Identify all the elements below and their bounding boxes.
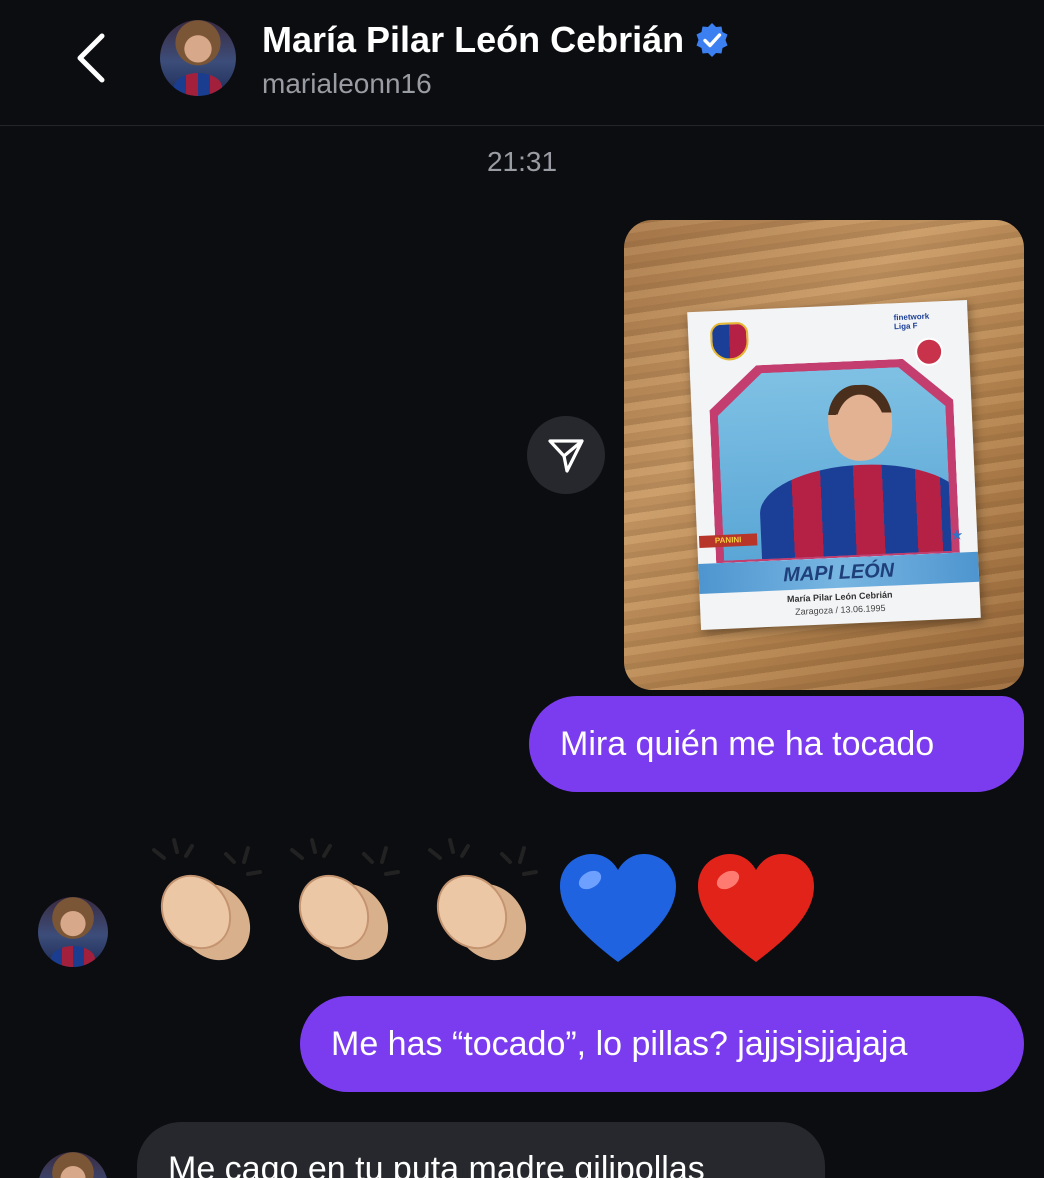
incoming-message[interactable]: Me cago en tu puta madre gilipollas	[137, 1122, 825, 1178]
club-crest-icon	[709, 321, 750, 362]
back-button[interactable]	[66, 30, 116, 86]
clapping-hands-icon	[290, 838, 400, 961]
contact-name: María Pilar León Cebrián	[262, 19, 685, 60]
emoji-message[interactable]	[144, 830, 816, 970]
sender-avatar[interactable]	[38, 897, 108, 967]
blue-heart-icon	[560, 854, 676, 962]
contact-avatar[interactable]	[160, 20, 236, 96]
shared-photo[interactable]: finetwork Liga F Spotify PANINI ★ MAPI L…	[624, 220, 1024, 690]
chevron-left-icon	[77, 33, 105, 83]
chat-screen: María Pilar León Cebrián marialeonn16 21…	[0, 0, 1044, 1178]
star-icon: ★	[950, 526, 964, 543]
outgoing-message[interactable]: Me has “tocado”, lo pillas? jajjsjsjjaja…	[300, 996, 1024, 1092]
panini-tag: PANINI	[698, 533, 758, 548]
outgoing-message[interactable]: Mira quién me ha tocado	[529, 696, 1024, 792]
player-portrait	[827, 383, 894, 462]
red-heart-icon	[698, 854, 814, 962]
contact-username: marialeonn16	[262, 68, 432, 99]
chat-header: María Pilar León Cebrián marialeonn16	[0, 0, 1044, 126]
clapping-hands-icon	[428, 838, 538, 961]
clapping-hands-icon	[152, 838, 262, 961]
panini-sticker: finetwork Liga F Spotify PANINI ★ MAPI L…	[687, 300, 981, 630]
send-icon	[548, 439, 584, 473]
verified-badge-icon	[696, 23, 728, 57]
share-button[interactable]	[527, 416, 605, 494]
league-ball-icon	[914, 337, 944, 367]
league-logo: finetwork Liga F	[893, 311, 930, 332]
sender-avatar[interactable]	[38, 1152, 108, 1178]
sticker-background: Spotify	[716, 365, 952, 561]
message-timestamp: 21:31	[486, 146, 558, 177]
contact-name-row[interactable]: María Pilar León Cebrián	[262, 18, 730, 62]
